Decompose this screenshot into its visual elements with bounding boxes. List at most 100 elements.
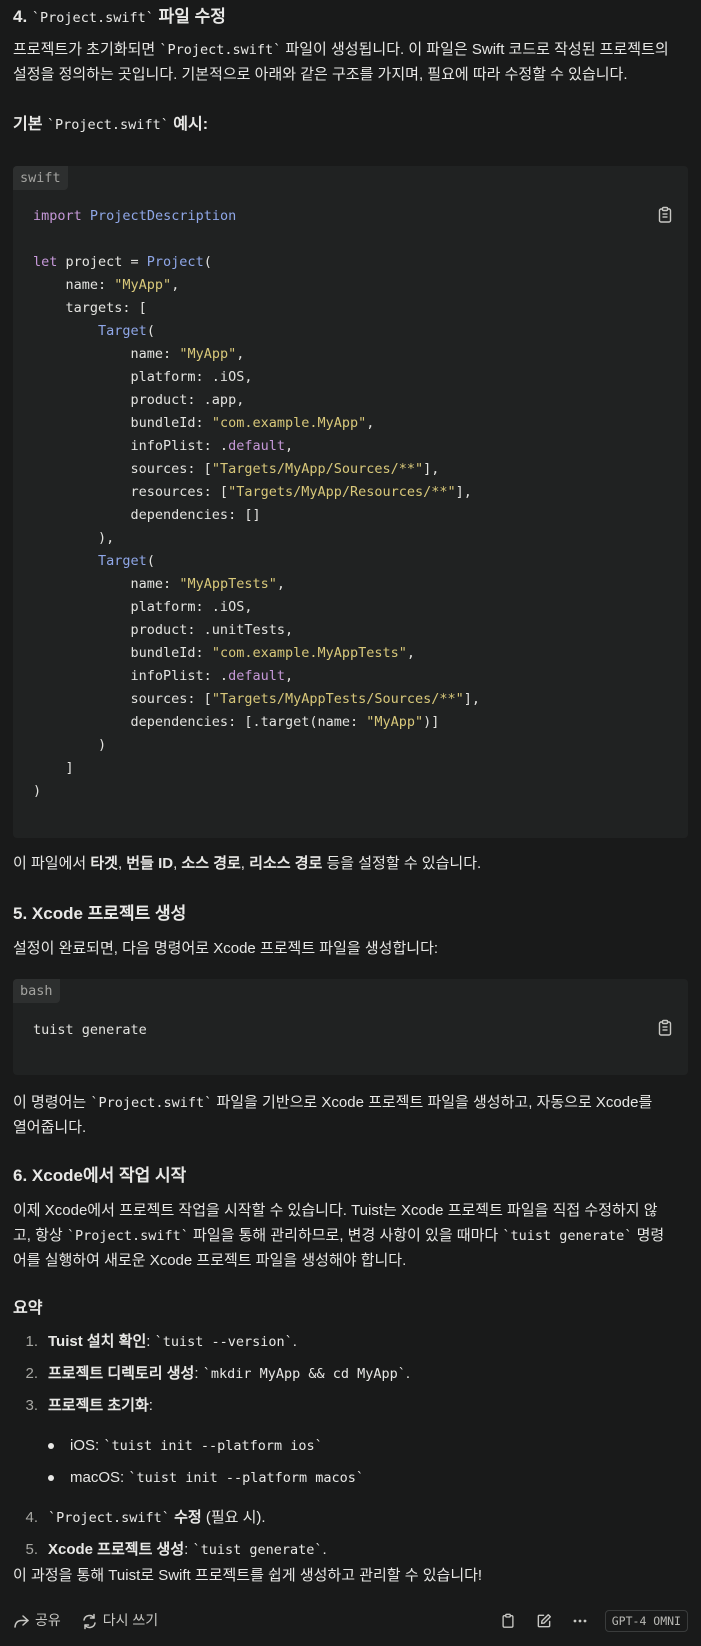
list-number: 3. bbox=[25, 1397, 38, 1414]
keyword-token: import bbox=[33, 208, 82, 224]
heading-number: 4. bbox=[13, 7, 28, 26]
edit-icon bbox=[537, 1613, 551, 1628]
code-token: sources: [ bbox=[33, 461, 212, 477]
code-token: platform: .iOS, bbox=[33, 599, 253, 615]
code-token: ], bbox=[423, 461, 440, 477]
swift-code: import ProjectDescription let project = … bbox=[33, 205, 480, 803]
code-line: name: "MyApp", bbox=[33, 277, 180, 293]
share-button[interactable]: 공유 bbox=[13, 1609, 61, 1632]
text: . bbox=[405, 1365, 411, 1382]
code-line: import ProjectDescription bbox=[33, 208, 236, 224]
bash-code: tuist generate bbox=[33, 1022, 147, 1038]
text: 파일을 기반으로 Xcode 프로젝트 파일을 생성하고, 자동으로 Xcode… bbox=[216, 1094, 653, 1111]
inline-code: `tuist generate` bbox=[192, 1542, 323, 1558]
string-token: "Targets/MyAppTests/Sources/**" bbox=[211, 691, 464, 707]
share-icon bbox=[14, 1614, 29, 1628]
code-line: infoPlist: .default, bbox=[33, 438, 294, 454]
code-line: name: "MyApp", bbox=[33, 346, 245, 362]
code-token: resources: [ bbox=[33, 484, 229, 500]
rewrite-button[interactable]: 다시 쓰기 bbox=[81, 1609, 158, 1632]
text: iOS: bbox=[70, 1437, 104, 1454]
code-line: targets: [ bbox=[33, 300, 147, 316]
text: 고, 항상 bbox=[13, 1226, 63, 1244]
section-5-paragraph: 설정이 완료되면, 다음 명령어로 Xcode 프로젝트 파일을 생성합니다: bbox=[13, 940, 439, 957]
code-line: infoPlist: .default, bbox=[33, 668, 294, 684]
bold-text: 수정 bbox=[174, 1509, 202, 1526]
copy-answer-button[interactable] bbox=[497, 1610, 519, 1632]
clipboard-icon bbox=[658, 1019, 672, 1036]
string-token: "MyApp" bbox=[366, 714, 424, 730]
swift-code-block: swift import ProjectDescription let proj… bbox=[13, 166, 688, 838]
string-token: "MyApp" bbox=[114, 277, 172, 293]
code-token: , bbox=[406, 645, 416, 661]
string-token: "com.example.MyApp" bbox=[211, 415, 367, 431]
copy-code-button[interactable] bbox=[656, 1019, 674, 1037]
code-token: infoPlist: . bbox=[33, 668, 229, 684]
code-token: ) bbox=[33, 737, 107, 753]
text: 예시: bbox=[173, 116, 209, 133]
code-token: ), bbox=[33, 530, 115, 546]
paragraph-line: 설정을 정의하는 곳입니다. 기본적으로 아래와 같은 구조를 가지며, 필요에… bbox=[13, 65, 628, 83]
code-line: ] bbox=[33, 760, 74, 776]
code-token: name: bbox=[33, 277, 115, 293]
text: (필요 시). bbox=[201, 1509, 266, 1526]
inline-code: `tuist init --platform macos` bbox=[128, 1470, 365, 1486]
model-badge[interactable]: GPT-4 OMNI bbox=[604, 1610, 688, 1632]
heading-number: 6. bbox=[13, 1166, 28, 1185]
code-token: )] bbox=[423, 714, 440, 730]
inline-code: `Project.swift` bbox=[90, 1095, 213, 1111]
clipboard-icon bbox=[502, 1613, 514, 1628]
text: 기본 bbox=[13, 116, 43, 133]
closing-paragraph: 이 과정을 통해 Tuist로 Swift 프로젝트를 쉽게 생성하고 관리할 … bbox=[13, 1567, 483, 1584]
answer-action-bar: 공유 다시 쓰기 GPT-4 OMNI bbox=[13, 1603, 688, 1639]
code-line: ) bbox=[33, 783, 41, 799]
text: 명령 bbox=[636, 1226, 665, 1244]
bullet-icon bbox=[48, 1443, 54, 1450]
bold-text: 리소스 경로 bbox=[249, 855, 323, 872]
code-line: resources: ["Targets/MyApp/Resources/**"… bbox=[33, 484, 472, 500]
text: , bbox=[117, 855, 123, 872]
summary-heading: 요약 bbox=[13, 1300, 43, 1317]
text: macOS: bbox=[70, 1469, 129, 1486]
section-6-heading: 6. Xcode에서 작업 시작 bbox=[13, 1163, 186, 1189]
code-token: targets: [ bbox=[33, 300, 147, 316]
code-token: ( bbox=[203, 254, 212, 270]
code-token: name: bbox=[33, 346, 180, 362]
text: , bbox=[173, 855, 178, 872]
more-button[interactable] bbox=[569, 1610, 591, 1632]
summary-list: 1. Tuist 설치 확인: `tuist --version`. 2. 프로젝트… bbox=[0, 1330, 688, 1568]
paragraph-line: 이제 Xcode에서 프로젝트 작업을 시작할 수 있습니다. Tuist는 X… bbox=[13, 1202, 658, 1219]
list-number: 4. bbox=[25, 1509, 38, 1526]
code-line: Target( bbox=[33, 553, 155, 569]
heading-text: Xcode에서 작업 시작 bbox=[31, 1166, 187, 1185]
code-token: product: .app, bbox=[33, 392, 245, 408]
section-4-paragraph: 프로젝트가 초기화되면 `Project.swift` 파일이 생성됩니다. 이… bbox=[13, 38, 688, 88]
text: . bbox=[292, 1333, 297, 1350]
code-token: product: .unitTests, bbox=[33, 622, 294, 638]
bold-text: Xcode 프로젝트 생성 bbox=[48, 1541, 185, 1558]
list-item: 4. `Project.swift` 수정 (필요 시). bbox=[0, 1506, 688, 1538]
text: : bbox=[146, 1333, 155, 1350]
section-6-paragraph: 이제 Xcode에서 프로젝트 작업을 시작할 수 있습니다. Tuist는 X… bbox=[13, 1199, 693, 1273]
text: 이 명령어는 bbox=[13, 1094, 87, 1111]
code-token: infoPlist: . bbox=[33, 438, 229, 454]
list-item: 3. 프로젝트 초기화: bbox=[0, 1394, 688, 1434]
code-token: ], bbox=[455, 484, 472, 500]
edit-button[interactable] bbox=[533, 1610, 555, 1632]
keyword-token: default bbox=[228, 668, 285, 684]
code-token: ) bbox=[33, 783, 42, 799]
copy-code-button[interactable] bbox=[656, 206, 674, 224]
string-token: "com.example.MyAppTests" bbox=[211, 645, 407, 661]
paragraph-line: 프로젝트가 초기화되면 `Project.swift` 파일이 생성됩니다. 이… bbox=[13, 38, 688, 63]
code-token: ] bbox=[33, 760, 74, 776]
list-item: 2. 프로젝트 디렉토리 생성: `mkdir MyApp && cd MyApp… bbox=[0, 1362, 688, 1394]
bold-text: 타겟 bbox=[90, 855, 118, 872]
share-label: 공유 bbox=[35, 1612, 61, 1629]
bash-code-block: bash tuist generate bbox=[13, 979, 688, 1075]
code-token: name: bbox=[33, 576, 180, 592]
list-number: 5. bbox=[25, 1541, 38, 1558]
code-token: sources: [ bbox=[33, 691, 212, 707]
string-token: "MyAppTests" bbox=[179, 576, 277, 592]
